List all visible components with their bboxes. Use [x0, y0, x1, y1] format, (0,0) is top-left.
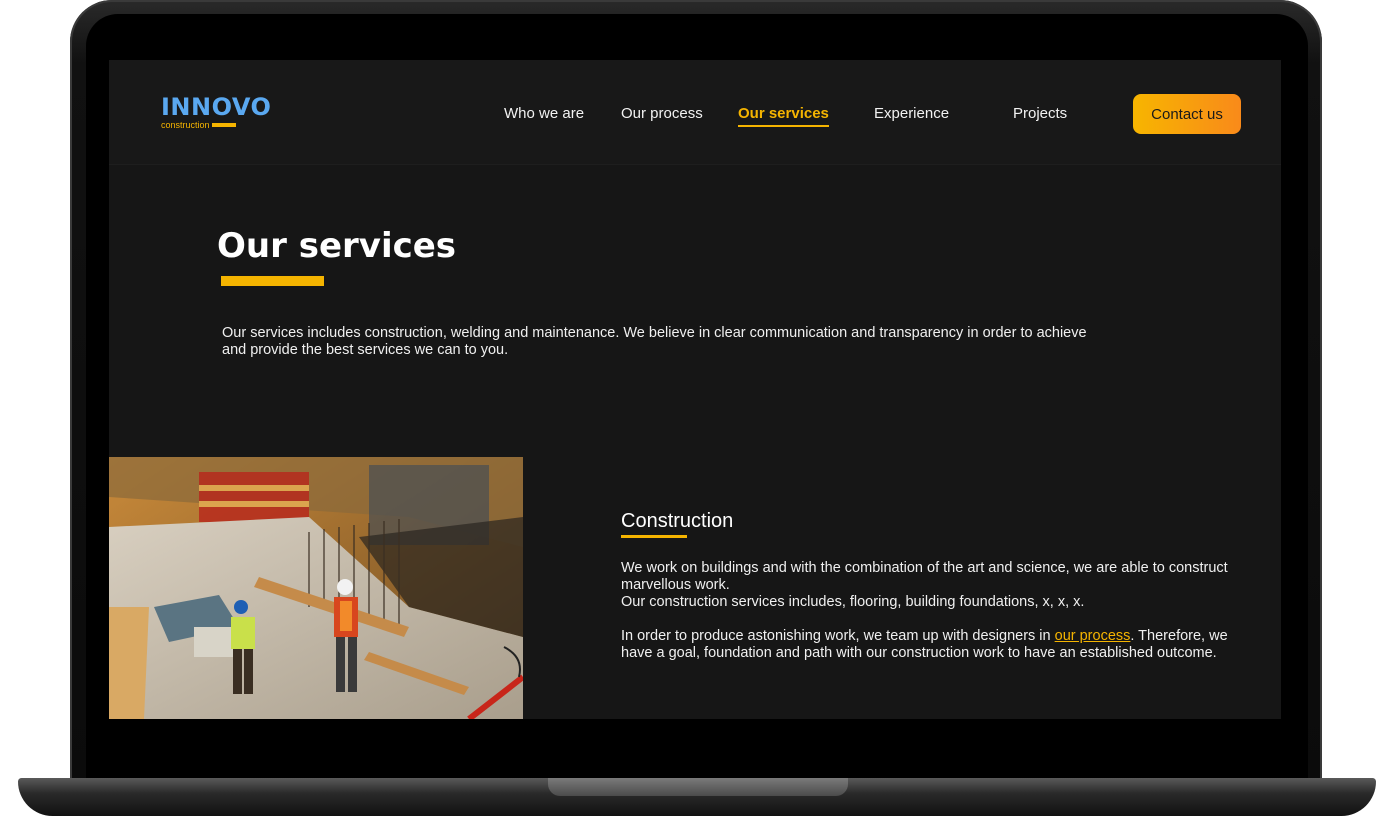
construction-paragraph-3: In order to produce astonishing work, we…: [621, 628, 1251, 662]
intro-paragraph: Our services includes construction, weld…: [222, 325, 1087, 358]
active-nav-underline: [738, 125, 829, 127]
nav-our-process[interactable]: Our process: [621, 105, 703, 123]
construction-description: We work on buildings and with the combin…: [621, 560, 1251, 662]
title-underline: [221, 276, 324, 286]
paragraph-3-start: In order to produce astonishing work, we…: [621, 628, 1055, 644]
our-process-link[interactable]: our process: [1055, 628, 1131, 644]
site-header: INNOVO construction Who we are Our proce…: [109, 60, 1281, 165]
construction-paragraph-1: We work on buildings and with the combin…: [621, 560, 1228, 593]
construction-heading: Construction: [621, 510, 734, 532]
nav-experience[interactable]: Experience: [874, 105, 949, 123]
logo-underline: [211, 123, 236, 127]
nav-projects[interactable]: Projects: [1013, 105, 1067, 123]
contact-us-button[interactable]: Contact us: [1133, 94, 1241, 134]
laptop-notch: [548, 778, 848, 796]
nav-our-services[interactable]: Our services: [738, 105, 829, 127]
nav-our-services-label: Our services: [738, 105, 829, 122]
page-title: Our services: [217, 226, 457, 266]
site-logo[interactable]: INNOVO construction: [161, 94, 271, 130]
construction-heading-underline: [621, 535, 687, 538]
construction-paragraph-2: Our construction services includes, floo…: [621, 594, 1085, 610]
construction-site-photo: [109, 457, 523, 719]
website-screen: INNOVO construction Who we are Our proce…: [109, 60, 1281, 719]
logo-wordmark: INNOVO: [161, 93, 272, 121]
nav-who-we-are[interactable]: Who we are: [504, 105, 584, 123]
logo-tagline: construction: [161, 120, 210, 130]
